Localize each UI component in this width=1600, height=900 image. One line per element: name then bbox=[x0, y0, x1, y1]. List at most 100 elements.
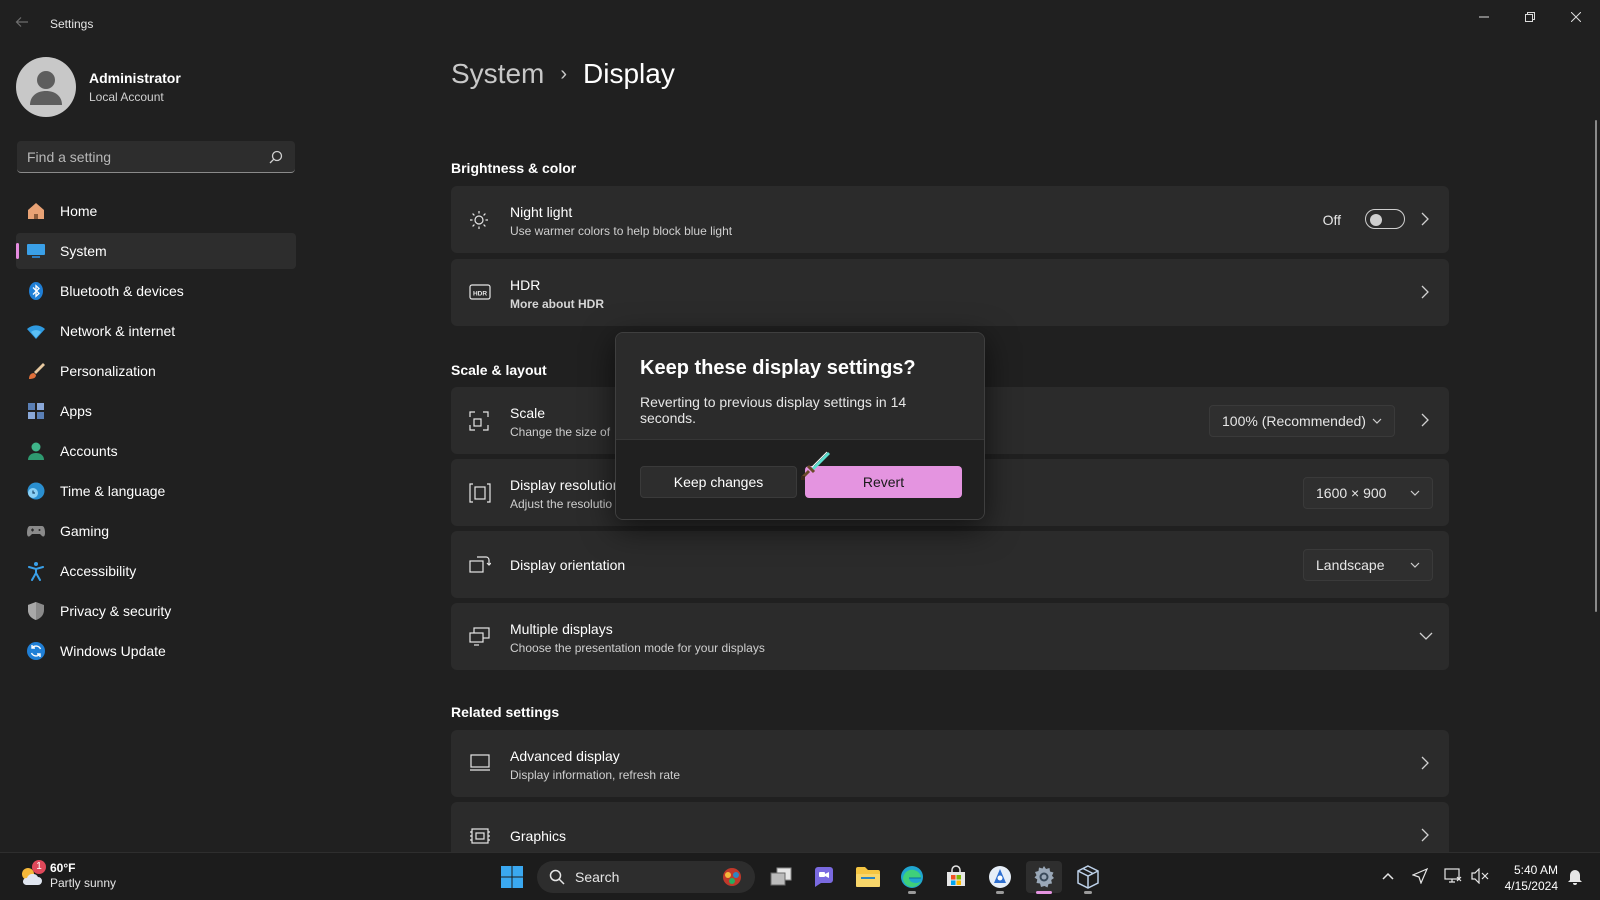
sword-cursor-icon bbox=[801, 451, 830, 480]
multiple-displays-card[interactable]: Multiple displays Choose the presentatio… bbox=[451, 603, 1449, 670]
scale-subtitle: Change the size of bbox=[510, 425, 611, 439]
task-view-button[interactable] bbox=[763, 861, 799, 893]
resolution-icon bbox=[469, 483, 491, 503]
sidebar-item-label: Network & internet bbox=[60, 323, 176, 339]
settings-search[interactable] bbox=[17, 141, 295, 173]
volume-muted-icon[interactable] bbox=[1471, 868, 1489, 884]
app-button[interactable] bbox=[982, 861, 1018, 894]
sidebar-item-label: Apps bbox=[60, 403, 92, 419]
sidebar-item-label: Home bbox=[60, 203, 98, 219]
shield-icon bbox=[26, 601, 46, 621]
accessibility-icon bbox=[26, 561, 46, 581]
sidebar-item-time-language[interactable]: Time & language bbox=[16, 473, 296, 509]
search-icon bbox=[549, 869, 565, 885]
sidebar-item-home[interactable]: Home bbox=[16, 193, 296, 229]
sidebar-item-label: Gaming bbox=[60, 523, 110, 539]
back-button[interactable] bbox=[14, 14, 34, 34]
section-title-related: Related settings bbox=[451, 704, 560, 720]
section-title-brightness: Brightness & color bbox=[451, 160, 577, 176]
scrollbar[interactable] bbox=[1595, 120, 1597, 612]
resolution-dropdown[interactable]: 1600 × 900 bbox=[1303, 477, 1433, 509]
graphics-card[interactable]: Graphics bbox=[451, 802, 1449, 852]
user-profile[interactable]: Administrator Local Account bbox=[16, 57, 181, 117]
update-icon bbox=[26, 641, 46, 661]
night-light-title: Night light bbox=[510, 204, 573, 220]
sidebar-item-accounts[interactable]: Accounts bbox=[16, 433, 296, 469]
edge-button[interactable] bbox=[894, 861, 930, 894]
chat-button[interactable] bbox=[806, 861, 842, 893]
sidebar-item-bluetooth[interactable]: Bluetooth & devices bbox=[16, 273, 296, 309]
night-light-toggle[interactable] bbox=[1365, 209, 1405, 229]
minimize-button[interactable] bbox=[1464, 6, 1504, 28]
svg-text:HDR: HDR bbox=[473, 291, 487, 298]
edge-browser-icon bbox=[901, 866, 923, 888]
chevron-down-icon bbox=[1372, 418, 1382, 424]
sidebar-nav: Home System Bluetooth & devices Network … bbox=[16, 193, 296, 673]
sidebar-item-accessibility[interactable]: Accessibility bbox=[16, 553, 296, 589]
multiple-displays-title: Multiple displays bbox=[510, 621, 613, 637]
resolution-title: Display resolution bbox=[510, 477, 621, 493]
package-app-button[interactable] bbox=[1070, 861, 1106, 894]
store-icon bbox=[947, 865, 965, 886]
weather-badge: 1 bbox=[32, 859, 46, 874]
multiple-displays-subtitle: Choose the presentation mode for your di… bbox=[510, 641, 765, 655]
keep-changes-button[interactable]: Keep changes bbox=[640, 466, 797, 498]
sidebar-item-network[interactable]: Network & internet bbox=[16, 313, 296, 349]
resolution-subtitle: Adjust the resolutio bbox=[510, 497, 613, 511]
chevron-up-icon[interactable] bbox=[1382, 872, 1394, 880]
chevron-right-icon bbox=[1421, 756, 1429, 770]
notification-bell-icon[interactable] bbox=[1567, 868, 1583, 886]
dialog-title: Keep these display settings? bbox=[640, 357, 916, 379]
file-explorer-button[interactable] bbox=[850, 861, 886, 893]
search-input[interactable] bbox=[17, 141, 295, 172]
sidebar-item-apps[interactable]: Apps bbox=[16, 393, 296, 429]
location-icon[interactable] bbox=[1412, 868, 1428, 884]
sidebar-item-system[interactable]: System bbox=[16, 233, 296, 269]
sidebar-item-label: Accessibility bbox=[60, 563, 137, 579]
partly-sunny-icon: 1 bbox=[18, 859, 46, 889]
orientation-dropdown[interactable]: Landscape bbox=[1303, 549, 1433, 581]
night-light-card[interactable]: Night light Use warmer colors to help bl… bbox=[451, 186, 1449, 253]
profile-account-type: Local Account bbox=[89, 90, 164, 104]
scale-dropdown[interactable]: 100% (Recommended) bbox=[1209, 405, 1395, 437]
chevron-down-icon bbox=[1410, 562, 1420, 568]
advanced-display-title: Advanced display bbox=[510, 748, 620, 764]
network-icon[interactable] bbox=[1444, 868, 1462, 884]
display-orientation-card[interactable]: Display orientation Landscape bbox=[451, 531, 1449, 598]
graphics-icon bbox=[470, 828, 490, 844]
sidebar-item-personalization[interactable]: Personalization bbox=[16, 353, 296, 389]
settings-taskbar-button[interactable] bbox=[1026, 861, 1062, 894]
home-icon bbox=[26, 201, 46, 221]
clock[interactable]: 5:40 AM 4/15/2024 bbox=[1500, 862, 1558, 894]
advanced-display-card[interactable]: Advanced display Display information, re… bbox=[451, 730, 1449, 797]
sidebar-item-windows-update[interactable]: Windows Update bbox=[16, 633, 296, 669]
close-button[interactable] bbox=[1556, 6, 1596, 28]
weather-widget[interactable]: 1 60°F Partly sunny bbox=[18, 859, 116, 890]
taskbar-search[interactable]: Search bbox=[537, 861, 755, 893]
page-title: Display bbox=[583, 58, 675, 89]
store-button[interactable] bbox=[938, 861, 974, 893]
sidebar-item-gaming[interactable]: Gaming bbox=[16, 513, 296, 549]
active-indicator bbox=[1036, 891, 1052, 894]
night-light-state: Off bbox=[1322, 212, 1341, 228]
app-badge-icon bbox=[989, 866, 1011, 888]
taskbar: 1 60°F Partly sunny Search 5:40 AM 4/15/… bbox=[0, 852, 1600, 900]
sidebar-item-label: Windows Update bbox=[60, 643, 166, 659]
breadcrumb: System › Display bbox=[451, 58, 675, 90]
orientation-title: Display orientation bbox=[510, 557, 626, 573]
brush-icon bbox=[26, 361, 46, 381]
hdr-more-link[interactable]: More about HDR bbox=[510, 297, 604, 311]
sidebar-item-label: Accounts bbox=[60, 443, 118, 459]
sidebar-item-privacy[interactable]: Privacy & security bbox=[16, 593, 296, 629]
windows-logo-icon bbox=[501, 866, 523, 888]
restore-button[interactable] bbox=[1510, 6, 1550, 28]
person-silhouette-icon bbox=[30, 71, 62, 105]
monitor-icon bbox=[470, 754, 490, 771]
chevron-down-icon bbox=[1419, 632, 1433, 640]
hdr-card[interactable]: HDR HDR More about HDR bbox=[451, 259, 1449, 326]
gear-icon bbox=[1034, 866, 1054, 888]
breadcrumb-parent[interactable]: System bbox=[451, 58, 544, 90]
start-button[interactable] bbox=[494, 861, 530, 893]
sidebar-item-label: Privacy & security bbox=[60, 603, 172, 619]
advanced-display-subtitle: Display information, refresh rate bbox=[510, 768, 681, 782]
